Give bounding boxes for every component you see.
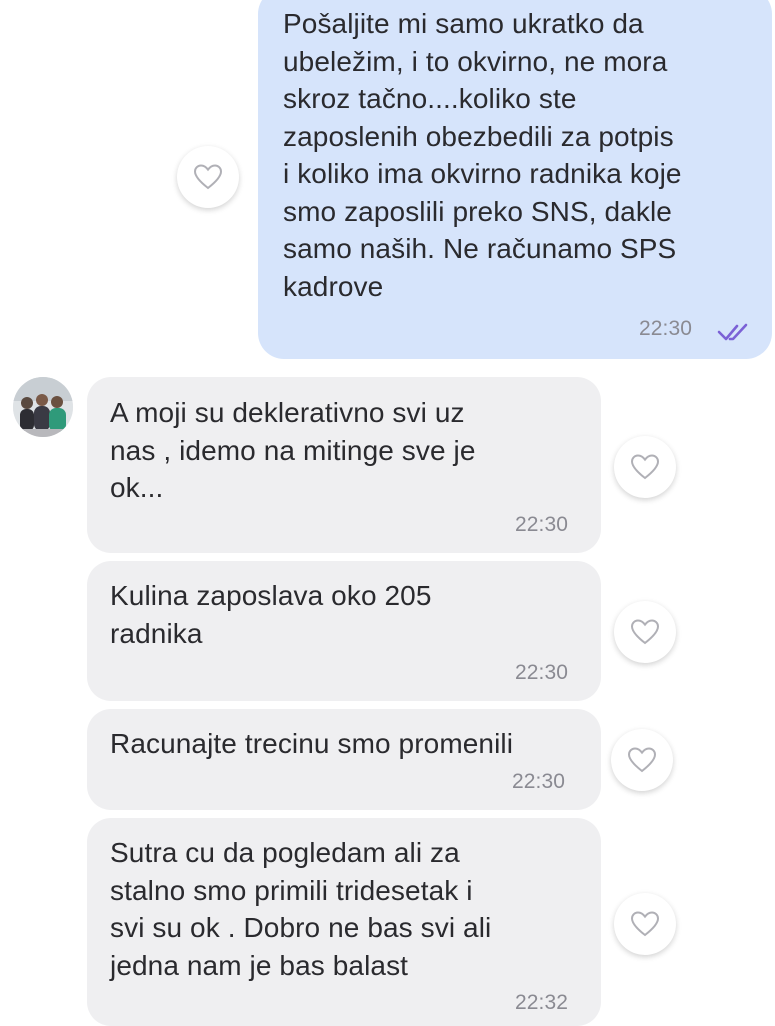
message-time: 22:32 xyxy=(515,991,569,1014)
incoming-message-bubble[interactable]: Racunajte trecinu smo promenili 22:30 xyxy=(87,709,601,810)
message-time: 22:30 xyxy=(512,770,566,793)
like-button[interactable] xyxy=(614,601,676,663)
message-text: Racunajte trecinu smo promenili xyxy=(110,728,514,759)
like-button[interactable] xyxy=(614,893,676,955)
like-button[interactable] xyxy=(614,436,676,498)
message-text: Sutra cu da pogledam ali za stalno smo p… xyxy=(110,837,492,981)
message-time: 22:30 xyxy=(639,317,693,340)
outgoing-message-bubble[interactable]: Pošaljite mi samo ukratko da ubeležim, i… xyxy=(258,0,772,359)
like-button[interactable] xyxy=(611,729,673,791)
chat-thread: Pošaljite mi samo ukratko da ubeležim, i… xyxy=(0,0,775,1026)
heart-outline-icon xyxy=(630,454,660,480)
incoming-message-bubble[interactable]: Kulina zaposlava oko 205 radnika 22:30 xyxy=(87,561,601,701)
message-text: Pošaljite mi samo ukratko da ubeležim, i… xyxy=(283,8,682,302)
message-time: 22:30 xyxy=(515,661,569,684)
incoming-message-bubble[interactable]: A moji su deklerativno svi uz nas , idem… xyxy=(87,377,601,553)
heart-outline-icon xyxy=(630,911,660,937)
message-time: 22:30 xyxy=(515,513,569,536)
message-text: A moji su deklerativno svi uz nas , idem… xyxy=(110,397,476,503)
heart-outline-icon xyxy=(627,747,657,773)
group-photo-avatar xyxy=(13,377,73,437)
like-button[interactable] xyxy=(177,146,239,208)
incoming-message-bubble[interactable]: Sutra cu da pogledam ali za stalno smo p… xyxy=(87,818,601,1026)
heart-outline-icon xyxy=(193,164,223,190)
message-text: Kulina zaposlava oko 205 radnika xyxy=(110,580,432,649)
heart-outline-icon xyxy=(630,619,660,645)
double-check-icon xyxy=(717,323,748,341)
contact-avatar[interactable] xyxy=(13,377,73,437)
